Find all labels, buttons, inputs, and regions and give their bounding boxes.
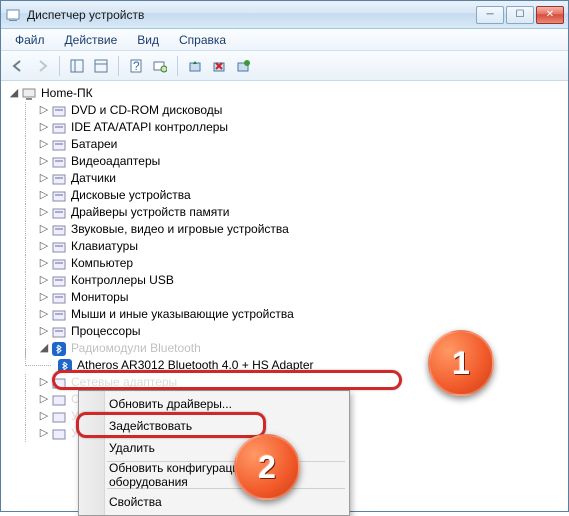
scan-button[interactable] [149, 55, 171, 77]
tree-item[interactable]: Контроллеры USB [71, 272, 174, 289]
forward-button[interactable] [31, 55, 53, 77]
device-icon [51, 375, 67, 391]
device-icon [51, 392, 67, 408]
expand-icon[interactable]: ▷ [37, 391, 51, 408]
tree-item-bt-device[interactable]: Atheros AR3012 Bluetooth 4.0 + HS Adapte… [77, 357, 314, 374]
titlebar[interactable]: Диспетчер устройств ─ ☐ ✕ [1, 1, 568, 29]
menu-view[interactable]: Вид [129, 31, 167, 49]
expand-icon[interactable]: ▷ [37, 204, 51, 221]
tree-item[interactable]: DVD и CD-ROM дисководы [71, 102, 222, 119]
device-icon [51, 409, 67, 425]
expand-icon[interactable]: ▷ [37, 221, 51, 238]
app-icon [5, 7, 21, 23]
annotation-badge-1: 1 [428, 330, 494, 396]
device-category-icon [51, 239, 67, 255]
device-category-icon [51, 205, 67, 221]
uninstall-button[interactable] [208, 55, 230, 77]
expand-icon[interactable]: ▷ [37, 187, 51, 204]
device-icon [51, 426, 67, 442]
ctx-properties[interactable]: Свойства [81, 491, 347, 513]
device-category-icon [51, 137, 67, 153]
tree-item[interactable]: Звуковые, видео и игровые устройства [71, 221, 289, 238]
context-menu: Обновить драйверы... Задействовать Удали… [78, 390, 350, 516]
menu-help[interactable]: Справка [171, 31, 234, 49]
computer-icon [21, 86, 37, 102]
device-category-icon [51, 307, 67, 323]
device-category-icon [51, 103, 67, 119]
expand-icon[interactable]: ▷ [37, 425, 51, 442]
help-button[interactable]: ? [125, 55, 147, 77]
expand-icon[interactable]: ▷ [37, 238, 51, 255]
expand-icon[interactable]: ▷ [37, 136, 51, 153]
ctx-delete[interactable]: Удалить [81, 437, 347, 459]
collapse-icon[interactable]: ◢ [7, 85, 21, 102]
expand-icon[interactable]: ▷ [37, 119, 51, 136]
maximize-button[interactable]: ☐ [506, 6, 534, 24]
tree-item-bluetooth[interactable]: Радиомодули Bluetooth [71, 340, 201, 357]
expand-icon[interactable]: ▷ [37, 255, 51, 272]
device-category-icon [51, 290, 67, 306]
ctx-enable[interactable]: Задействовать [81, 415, 347, 437]
enable-button[interactable] [232, 55, 254, 77]
toolbar: ? [1, 51, 568, 81]
menubar: Файл Действие Вид Справка [1, 29, 568, 51]
expand-icon[interactable]: ▷ [37, 170, 51, 187]
tree-item[interactable]: Дисковые устройства [71, 187, 191, 204]
update-driver-button[interactable] [184, 55, 206, 77]
tree-item[interactable]: Батареи [71, 136, 117, 153]
tree-item[interactable]: Мыши и иные указывающие устройства [71, 306, 294, 323]
annotation-badge-2: 2 [234, 434, 300, 500]
menu-action[interactable]: Действие [57, 31, 126, 49]
show-hide-tree-button[interactable] [66, 55, 88, 77]
tree-item[interactable]: IDE ATA/ATAPI контроллеры [71, 119, 228, 136]
device-category-icon [51, 171, 67, 187]
bluetooth-icon [51, 341, 67, 357]
device-category-icon [51, 154, 67, 170]
tree-item[interactable]: Мониторы [71, 289, 128, 306]
tree-item[interactable]: Датчики [71, 170, 116, 187]
close-button[interactable]: ✕ [536, 6, 564, 24]
ctx-update-drivers[interactable]: Обновить драйверы... [81, 393, 347, 415]
tree-item[interactable]: Процессоры [71, 323, 141, 340]
collapse-icon[interactable]: ◢ [37, 340, 51, 357]
bluetooth-icon [57, 358, 73, 374]
tree-item[interactable]: Клавиатуры [71, 238, 138, 255]
back-button[interactable] [7, 55, 29, 77]
device-category-icon [51, 256, 67, 272]
expand-icon[interactable]: ▷ [37, 272, 51, 289]
menu-file[interactable]: Файл [7, 31, 53, 49]
expand-icon[interactable]: ▷ [37, 374, 51, 391]
tree-item[interactable]: Видеоадаптеры [71, 153, 160, 170]
device-category-icon [51, 188, 67, 204]
expand-icon[interactable]: ▷ [37, 408, 51, 425]
ctx-refresh-config[interactable]: Обновить конфигурацию оборудования [81, 464, 347, 486]
minimize-button[interactable]: ─ [476, 6, 504, 24]
svg-text:?: ? [133, 59, 140, 73]
device-category-icon [51, 222, 67, 238]
tree-root[interactable]: Home-ПК [41, 85, 93, 102]
properties-button[interactable] [90, 55, 112, 77]
device-category-icon [51, 324, 67, 340]
expand-icon[interactable]: ▷ [37, 323, 51, 340]
window-title: Диспетчер устройств [27, 8, 474, 22]
expand-icon[interactable]: ▷ [37, 289, 51, 306]
expand-icon[interactable]: ▷ [37, 102, 51, 119]
tree-item[interactable]: Компьютер [71, 255, 133, 272]
expand-icon[interactable]: ▷ [37, 306, 51, 323]
expand-icon[interactable]: ▷ [37, 153, 51, 170]
tree-item[interactable]: Драйверы устройств памяти [71, 204, 229, 221]
device-category-icon [51, 273, 67, 289]
device-category-icon [51, 120, 67, 136]
